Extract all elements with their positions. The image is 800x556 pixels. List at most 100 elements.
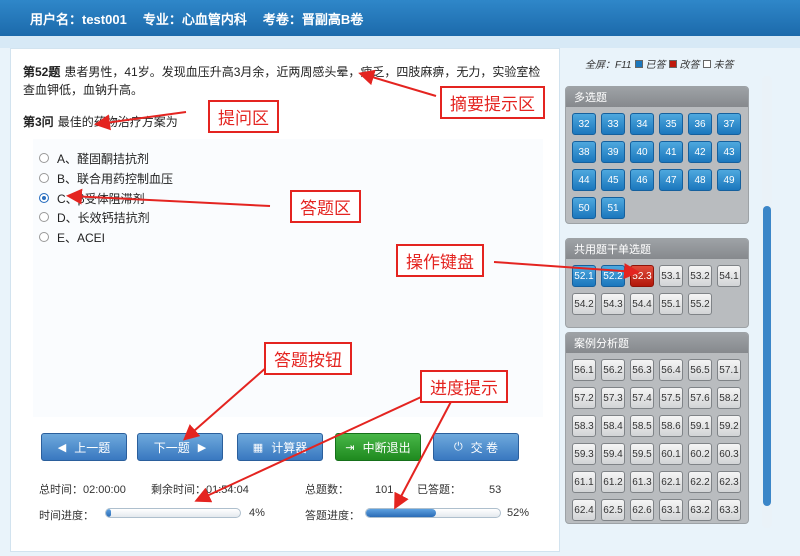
question-button-58-2[interactable]: 58.2 bbox=[717, 387, 741, 409]
question-button-60-1[interactable]: 60.1 bbox=[659, 443, 683, 465]
legend-unanswered: 未答 bbox=[713, 60, 734, 71]
question-button-54-4[interactable]: 54.4 bbox=[630, 293, 654, 315]
question-button-46[interactable]: 46 bbox=[630, 169, 654, 191]
question-button-57-1[interactable]: 57.1 bbox=[717, 359, 741, 381]
question-button-52-3[interactable]: 52.3 bbox=[630, 265, 654, 287]
submit-button[interactable]: ⏻ 交 卷 bbox=[433, 433, 519, 461]
question-button-57-2[interactable]: 57.2 bbox=[572, 387, 596, 409]
question-button-54-3[interactable]: 54.3 bbox=[601, 293, 625, 315]
question-button-51[interactable]: 51 bbox=[601, 197, 625, 219]
answered-count: 已答题： 53 bbox=[417, 484, 502, 496]
question-button-59-3[interactable]: 59.3 bbox=[572, 443, 596, 465]
question-button-43[interactable]: 43 bbox=[717, 141, 741, 163]
question-button-56-3[interactable]: 56.3 bbox=[630, 359, 654, 381]
question-button-59-4[interactable]: 59.4 bbox=[601, 443, 625, 465]
question-button-62-4[interactable]: 62.4 bbox=[572, 499, 596, 521]
question-button-33[interactable]: 33 bbox=[601, 113, 625, 135]
radio-icon[interactable] bbox=[39, 212, 49, 222]
group-title: 共用题干单选题 bbox=[566, 239, 748, 259]
option-e[interactable]: E、ACEI bbox=[39, 228, 105, 246]
question-button-61-3[interactable]: 61.3 bbox=[630, 471, 654, 493]
radio-icon[interactable] bbox=[39, 153, 49, 163]
question-button-57-6[interactable]: 57.6 bbox=[688, 387, 712, 409]
option-label: C、β受体阻滞剂 bbox=[57, 191, 145, 206]
question-button-54-1[interactable]: 54.1 bbox=[717, 265, 741, 287]
pause-exit-button[interactable]: ⇥ 中断退出 bbox=[335, 433, 421, 461]
option-b[interactable]: B、联合用药控制血压 bbox=[39, 169, 173, 187]
question-button-61-2[interactable]: 61.2 bbox=[601, 471, 625, 493]
question-button-63-3[interactable]: 63.3 bbox=[717, 499, 741, 521]
calculator-icon: ▦ bbox=[252, 441, 264, 454]
question-button-58-5[interactable]: 58.5 bbox=[630, 415, 654, 437]
scrollbar[interactable] bbox=[762, 76, 772, 528]
question-button-61-1[interactable]: 61.1 bbox=[572, 471, 596, 493]
question-button-47[interactable]: 47 bbox=[659, 169, 683, 191]
prev-button[interactable]: ◀ 上一题 bbox=[41, 433, 127, 461]
option-label: D、长效钙拮抗剂 bbox=[57, 210, 150, 225]
question-button-52-1[interactable]: 52.1 bbox=[572, 265, 596, 287]
question-button-36[interactable]: 36 bbox=[688, 113, 712, 135]
question-button-39[interactable]: 39 bbox=[601, 141, 625, 163]
answer-progress-fill bbox=[366, 509, 436, 517]
question-button-49[interactable]: 49 bbox=[717, 169, 741, 191]
question-button-55-2[interactable]: 55.2 bbox=[688, 293, 712, 315]
scrollbar-thumb[interactable] bbox=[763, 206, 771, 506]
next-button[interactable]: 下一题 ▶ bbox=[137, 433, 223, 461]
question-button-34[interactable]: 34 bbox=[630, 113, 654, 135]
question-button-45[interactable]: 45 bbox=[601, 169, 625, 191]
total-questions: 总题数： 101 bbox=[305, 484, 394, 496]
question-button-62-2[interactable]: 62.2 bbox=[688, 471, 712, 493]
question-button-57-3[interactable]: 57.3 bbox=[601, 387, 625, 409]
option-d[interactable]: D、长效钙拮抗剂 bbox=[39, 208, 150, 226]
radio-checked-icon[interactable] bbox=[39, 193, 49, 203]
legend: 全屏：F11 已答 改答 未答 bbox=[585, 56, 734, 71]
question-button-56-4[interactable]: 56.4 bbox=[659, 359, 683, 381]
submit-label: 交 卷 bbox=[470, 440, 499, 455]
question-button-32[interactable]: 32 bbox=[572, 113, 596, 135]
question-button-57-4[interactable]: 57.4 bbox=[630, 387, 654, 409]
calc-label: 计算器 bbox=[271, 440, 308, 455]
question-button-62-3[interactable]: 62.3 bbox=[717, 471, 741, 493]
annotation-buttons: 答题按钮 bbox=[264, 342, 352, 375]
question-button-35[interactable]: 35 bbox=[659, 113, 683, 135]
question-button-56-5[interactable]: 56.5 bbox=[688, 359, 712, 381]
question-button-56-1[interactable]: 56.1 bbox=[572, 359, 596, 381]
question-navigator: 全屏：F11 已答 改答 未答 多选题 32 33 34 35 36 37 38 39 40 41… bbox=[565, 48, 750, 552]
question-button-63-2[interactable]: 63.2 bbox=[688, 499, 712, 521]
question-button-62-1[interactable]: 62.1 bbox=[659, 471, 683, 493]
question-button-41[interactable]: 41 bbox=[659, 141, 683, 163]
question-button-54-2[interactable]: 54.2 bbox=[572, 293, 596, 315]
question-button-48[interactable]: 48 bbox=[688, 169, 712, 191]
question-button-62-5[interactable]: 62.5 bbox=[601, 499, 625, 521]
question-button-60-2[interactable]: 60.2 bbox=[688, 443, 712, 465]
option-c[interactable]: C、β受体阻滞剂 bbox=[39, 189, 145, 207]
question-button-62-6[interactable]: 62.6 bbox=[630, 499, 654, 521]
question-button-63-1[interactable]: 63.1 bbox=[659, 499, 683, 521]
question-button-58-6[interactable]: 58.6 bbox=[659, 415, 683, 437]
time-progress-fill bbox=[106, 509, 112, 517]
question-button-44[interactable]: 44 bbox=[572, 169, 596, 191]
question-button-57-5[interactable]: 57.5 bbox=[659, 387, 683, 409]
radio-icon[interactable] bbox=[39, 173, 49, 183]
question-button-56-2[interactable]: 56.2 bbox=[601, 359, 625, 381]
radio-icon[interactable] bbox=[39, 232, 49, 242]
question-button-55-1[interactable]: 55.1 bbox=[659, 293, 683, 315]
calculator-button[interactable]: ▦ 计算器 bbox=[237, 433, 323, 461]
question-button-59-1[interactable]: 59.1 bbox=[688, 415, 712, 437]
question-button-60-3[interactable]: 60.3 bbox=[717, 443, 741, 465]
total-time: 总时间：02:00:00 bbox=[39, 484, 126, 496]
question-button-42[interactable]: 42 bbox=[688, 141, 712, 163]
question-button-38[interactable]: 38 bbox=[572, 141, 596, 163]
question-button-52-2[interactable]: 52.2 bbox=[601, 265, 625, 287]
question-button-40[interactable]: 40 bbox=[630, 141, 654, 163]
question-button-50[interactable]: 50 bbox=[572, 197, 596, 219]
option-a[interactable]: A、醛固酮拮抗剂 bbox=[39, 149, 149, 167]
question-button-53-1[interactable]: 53.1 bbox=[659, 265, 683, 287]
question-button-59-2[interactable]: 59.2 bbox=[717, 415, 741, 437]
power-icon: ⏻ bbox=[453, 440, 463, 453]
question-button-59-5[interactable]: 59.5 bbox=[630, 443, 654, 465]
question-button-53-2[interactable]: 53.2 bbox=[688, 265, 712, 287]
question-button-58-4[interactable]: 58.4 bbox=[601, 415, 625, 437]
question-button-58-3[interactable]: 58.3 bbox=[572, 415, 596, 437]
question-button-37[interactable]: 37 bbox=[717, 113, 741, 135]
